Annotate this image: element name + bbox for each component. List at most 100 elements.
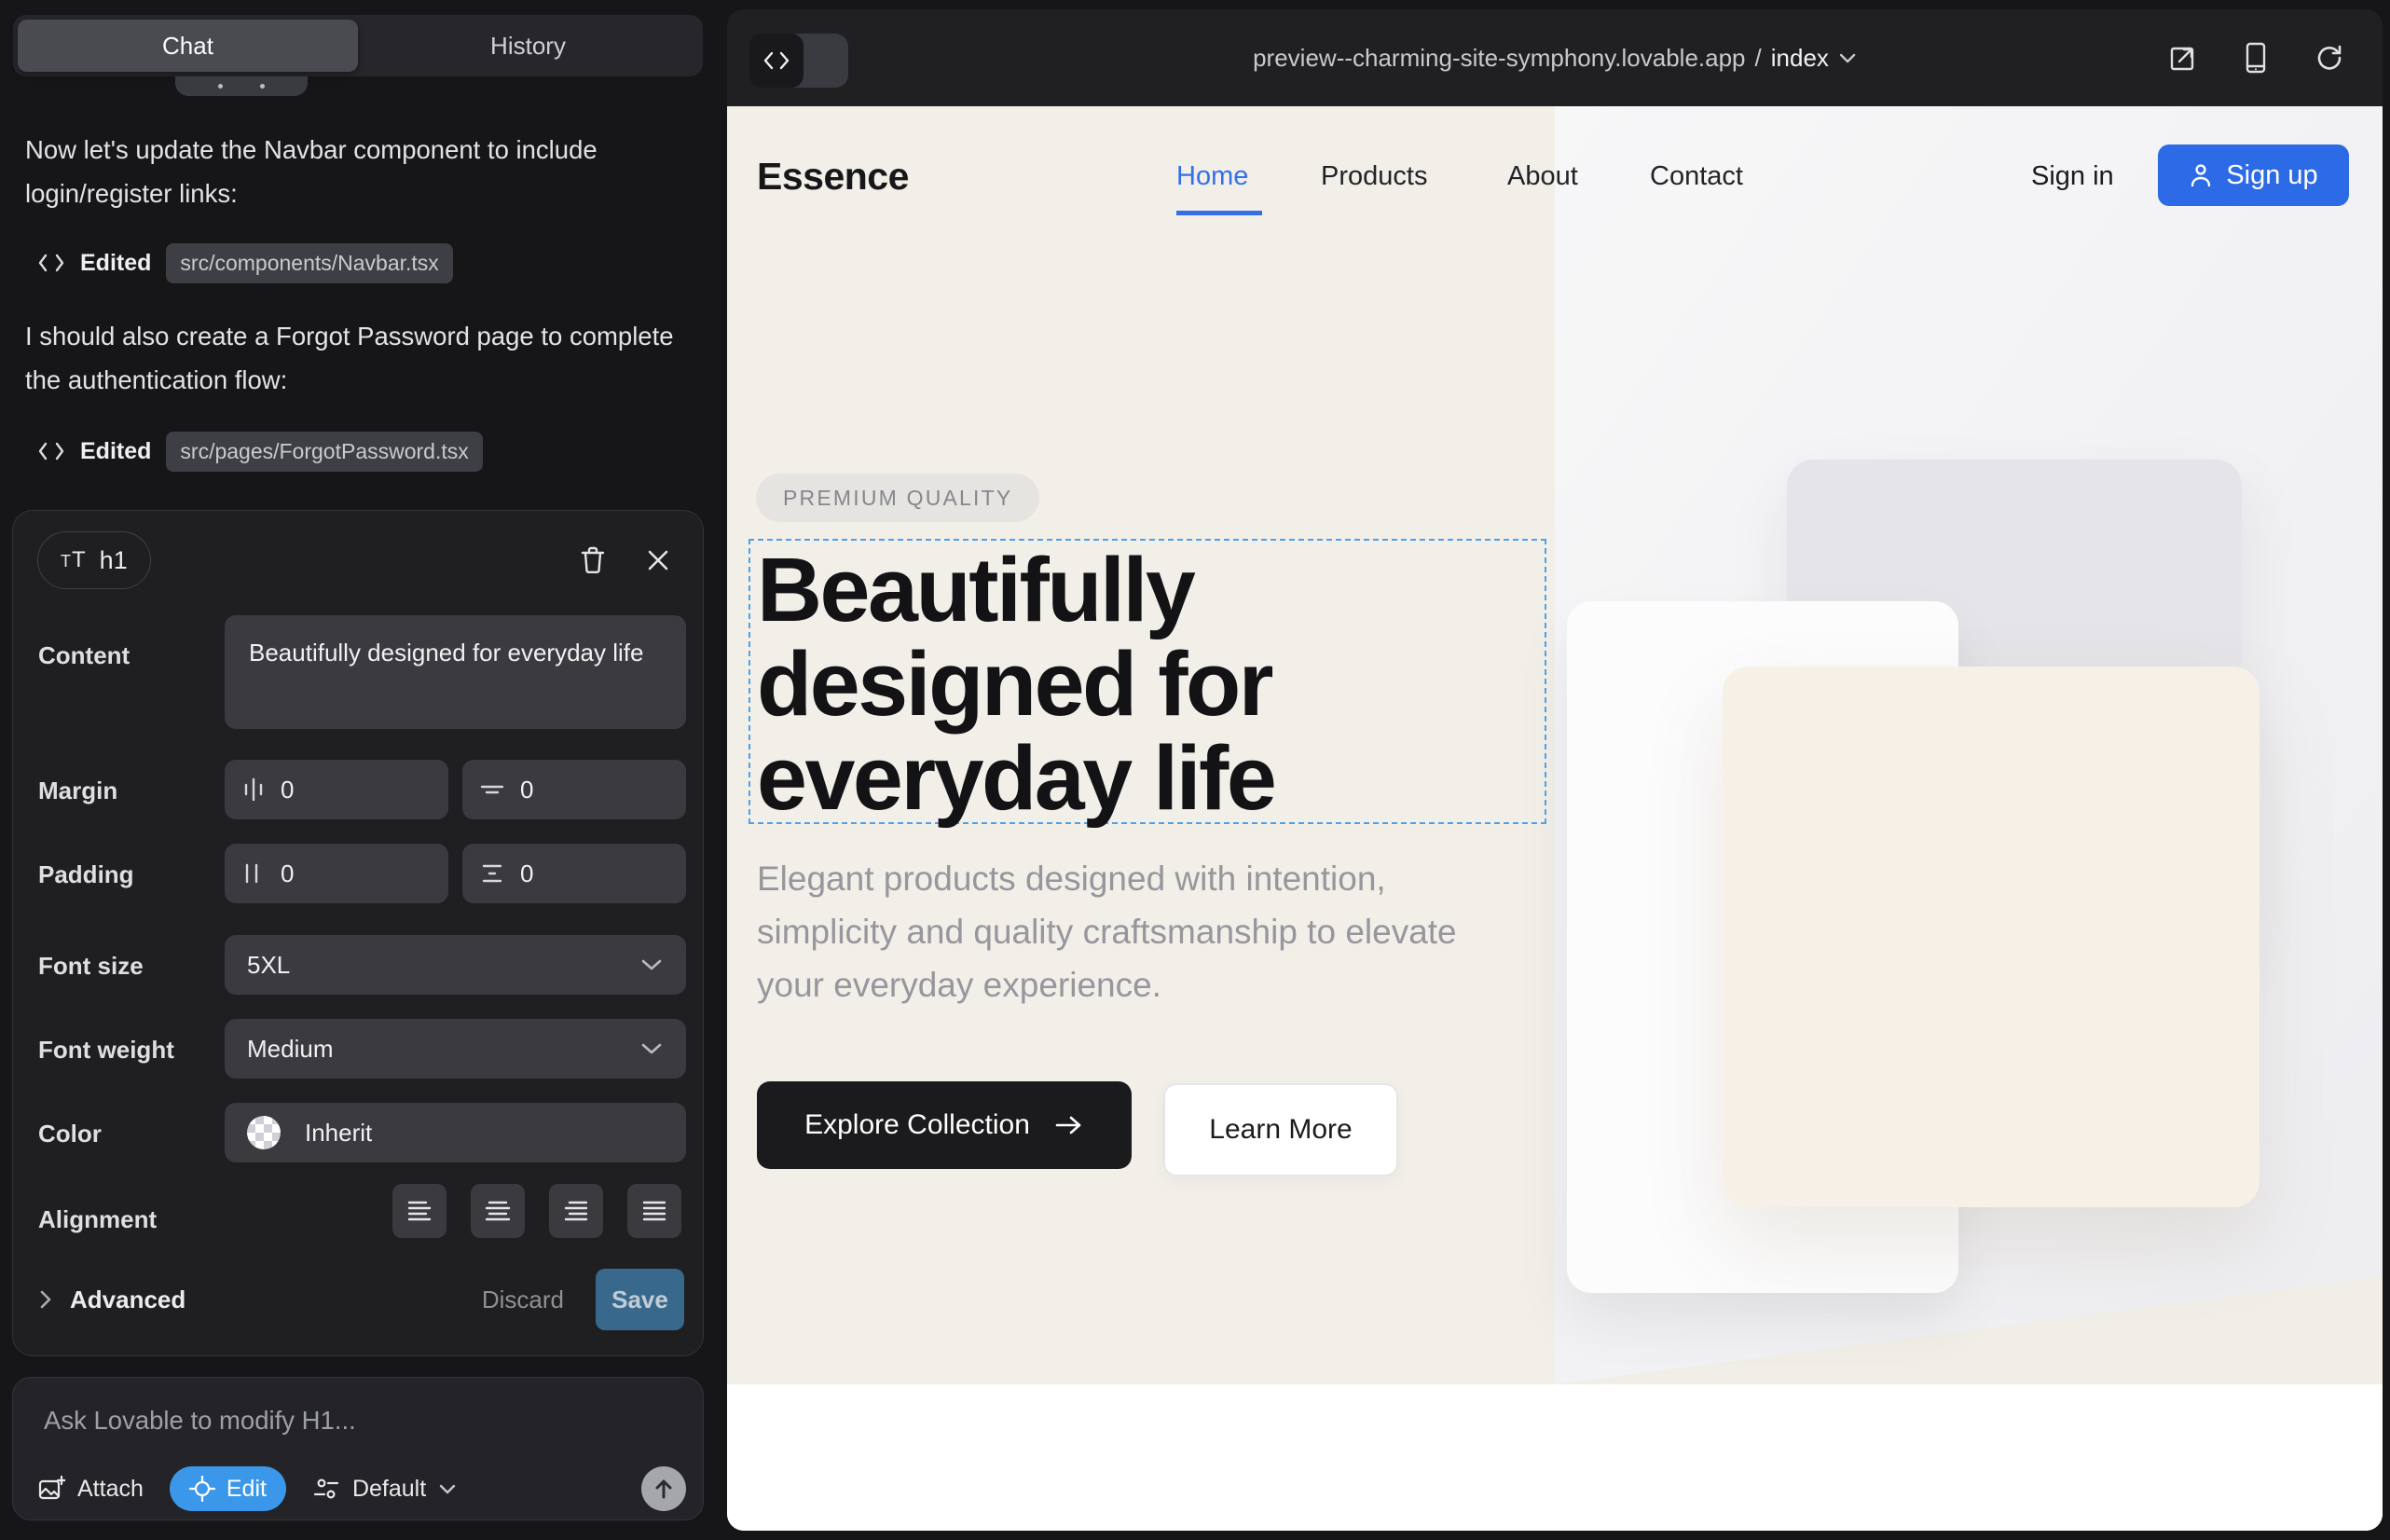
url-separator: / [1755,44,1762,73]
editor-header: TT h1 [37,531,679,589]
explore-collection-label: Explore Collection [804,1109,1030,1141]
attach-label: Attach [77,1476,144,1503]
padding-label: Padding [38,860,134,889]
align-left-button[interactable] [392,1184,446,1238]
default-mode-button[interactable]: Default [312,1476,457,1503]
sign-up-label: Sign up [2226,160,2317,191]
lovable-editor-app: Chat History Now let's update the Navbar… [0,0,2390,1540]
preview-browser: preview--charming-site-symphony.lovable.… [727,9,2383,1531]
nav-link-products[interactable]: Products [1321,161,1427,192]
nav-link-about[interactable]: About [1507,161,1578,192]
refresh-icon [2314,43,2343,73]
sign-up-button[interactable]: Sign up [2158,144,2349,206]
sliders-icon [312,1476,340,1502]
close-icon [645,547,671,573]
chrome-actions [2166,9,2345,106]
assistant-message: I should also create a Forgot Password p… [25,314,687,402]
refresh-button[interactable] [2312,41,2345,75]
align-justify-button[interactable] [627,1184,681,1238]
tab-history[interactable]: History [358,20,698,72]
padding-horizontal-icon [241,860,266,887]
mobile-view-button[interactable] [2239,41,2273,75]
advanced-toggle[interactable]: Advanced [38,1286,185,1314]
url-bar[interactable]: preview--charming-site-symphony.lovable.… [1253,9,1857,106]
hero-paragraph: Elegant products designed with intention… [757,852,1521,1011]
url-domain: preview--charming-site-symphony.lovable.… [1253,44,1745,73]
save-button[interactable]: Save [596,1269,684,1330]
color-label: Color [38,1120,102,1148]
user-icon [2189,162,2213,188]
sign-in-link[interactable]: Sign in [2031,161,2114,192]
arrow-right-icon [1054,1114,1084,1136]
align-center-button[interactable] [471,1184,525,1238]
discard-button[interactable]: Discard [482,1286,564,1314]
font-size-select[interactable]: 5XL [225,935,686,995]
edit-mode-button[interactable]: Edit [170,1466,286,1511]
margin-label: Margin [38,777,117,805]
margin-vertical-icon [479,777,505,802]
edited-label: Edited [80,438,151,465]
color-select[interactable]: Inherit [225,1103,686,1162]
element-tag-pill[interactable]: TT h1 [37,531,151,589]
align-justify-icon [641,1200,667,1222]
align-right-icon [563,1200,589,1222]
nav-link-home[interactable]: Home [1176,161,1248,192]
prompt-composer: Ask Lovable to modify H1... Attach Edit … [12,1377,704,1520]
transparency-swatch-icon [247,1116,281,1149]
composer-input[interactable]: Ask Lovable to modify H1... [44,1406,356,1436]
padding-y-input[interactable]: 0 [462,844,686,903]
decor-card-beige [1723,667,2260,1207]
element-editor-panel: TT h1 Content Beautifully designed for e… [12,510,704,1356]
padding-x-input[interactable]: 0 [225,844,448,903]
attach-image-icon [37,1475,65,1503]
external-link-icon [2167,42,2199,74]
code-icon [749,34,804,88]
trash-icon [579,545,607,575]
mobile-icon [2244,41,2268,75]
hero-heading[interactable]: Beautifully designed for everyday life [757,543,1540,825]
url-page: index [1771,44,1829,73]
chevron-down-icon [438,1483,457,1495]
code-icon [37,249,65,277]
code-icon [37,437,65,465]
margin-x-value: 0 [281,776,294,804]
hero-heading-line: designed for [757,637,1540,731]
editor-footer: Advanced Discard Save [38,1268,684,1331]
content-label: Content [38,641,130,670]
chevron-down-icon [639,957,664,972]
delete-element-button[interactable] [572,540,613,581]
margin-x-input[interactable]: 0 [225,760,448,819]
font-weight-select[interactable]: Medium [225,1019,686,1079]
learn-more-button[interactable]: Learn More [1163,1083,1398,1176]
browser-chrome: preview--charming-site-symphony.lovable.… [727,9,2383,106]
font-weight-label: Font weight [38,1036,174,1065]
close-panel-button[interactable] [638,540,679,581]
alignment-label: Alignment [38,1205,157,1234]
text-type-icon: TT [61,547,87,573]
crosshair-icon [189,1476,215,1502]
margin-y-value: 0 [520,776,533,804]
site-logo[interactable]: Essence [757,155,909,199]
chat-history-tabs: Chat History [13,15,703,76]
section-below-hero [727,1384,2383,1531]
alignment-group [392,1184,681,1238]
tab-chat[interactable]: Chat [18,20,358,72]
padding-y-value: 0 [520,859,533,888]
align-right-button[interactable] [549,1184,603,1238]
nav-link-contact[interactable]: Contact [1650,161,1743,192]
explore-collection-button[interactable]: Explore Collection [757,1081,1132,1169]
content-input[interactable]: Beautifully designed for everyday life [225,615,686,729]
padding-x-value: 0 [281,859,294,888]
open-external-button[interactable] [2166,41,2200,75]
chevron-down-icon [639,1041,664,1056]
premium-quality-badge: PREMIUM QUALITY [756,474,1039,522]
color-value: Inherit [305,1119,372,1148]
attach-button[interactable]: Attach [37,1475,144,1503]
send-button[interactable] [641,1466,686,1511]
code-view-toggle[interactable] [749,34,848,88]
site-navbar: Essence Home Products About Contact Sign… [727,106,2383,246]
margin-y-input[interactable]: 0 [462,760,686,819]
file-chip[interactable]: src/pages/ForgotPassword.tsx [166,432,482,472]
file-chip[interactable]: src/components/Navbar.tsx [166,243,452,283]
scrolled-message-bubble [175,76,308,96]
